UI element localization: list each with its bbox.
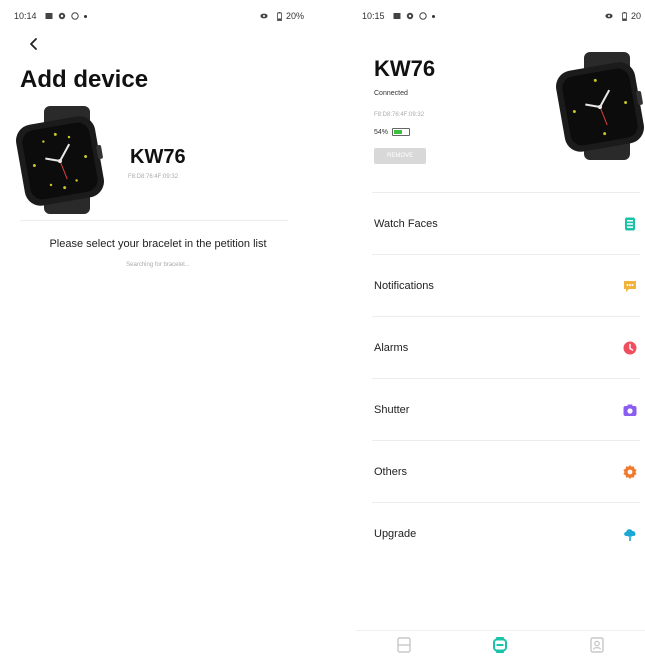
battery-percent: 20 [630, 11, 641, 21]
menu-item-label: Notifications [374, 279, 434, 292]
menu-item-watch-faces[interactable]: Watch Faces [372, 192, 640, 254]
back-arrow-icon[interactable] [26, 36, 42, 52]
status-bar: 10:14 20% [14, 8, 304, 24]
more-notifications-dot [431, 14, 435, 18]
searching-status: Searching for bracelet... [126, 262, 190, 268]
gear-icon [623, 464, 637, 479]
device-tab-icon[interactable] [491, 636, 509, 654]
status-time: 10:15 [362, 11, 385, 21]
notifications-icon [624, 280, 636, 292]
battery-status-icon [622, 11, 627, 21]
home-tab-icon[interactable] [395, 636, 413, 654]
page-title: Add device [20, 66, 149, 93]
alarm-icon [623, 341, 637, 354]
whatsapp-status-icon [70, 12, 79, 20]
device-menu: Watch Faces Notifications Alarms Shutter [372, 192, 640, 564]
eye-comfort-icon [605, 13, 613, 19]
device-name[interactable]: KW76 [130, 146, 186, 169]
settings-status-icon [406, 12, 413, 20]
menu-item-label: Shutter [374, 403, 410, 416]
more-notifications-dot [83, 14, 87, 18]
menu-item-label: Watch Faces [374, 217, 438, 230]
status-bar: 10:15 20 [362, 8, 641, 24]
connection-status: Connected [374, 90, 408, 97]
whatsapp-status-icon [418, 12, 427, 20]
divider [20, 220, 288, 221]
profile-tab-icon[interactable] [588, 636, 606, 654]
battery-bar [392, 128, 411, 136]
menu-item-upgrade[interactable]: Upgrade [372, 502, 640, 564]
battery-percent: 20% [285, 11, 304, 21]
device-screen: 10:15 20 KW76 Connected F8:D8:76:4F:09:3… [356, 0, 645, 659]
menu-item-notifications[interactable]: Notifications [372, 254, 640, 316]
status-time: 10:14 [14, 11, 37, 21]
battery-fill [394, 130, 402, 134]
menu-item-others[interactable]: Others [372, 440, 640, 502]
bottom-tab-bar [356, 630, 645, 659]
menu-item-label: Others [374, 465, 408, 478]
device-mac-address: F8:D8:76:4F:09:32 [128, 174, 179, 180]
watch-image [556, 52, 644, 160]
menu-item-shutter[interactable]: Shutter [372, 378, 640, 440]
remove-button[interactable]: REMOVE [374, 148, 426, 164]
device-name: KW76 [374, 56, 436, 81]
menu-item-label: Upgrade [374, 527, 417, 540]
menu-item-alarms[interactable]: Alarms [372, 316, 640, 378]
upgrade-icon [624, 528, 636, 541]
eye-comfort-icon [260, 13, 268, 19]
menu-item-label: Alarms [374, 341, 409, 354]
device-battery-percent: 54% [374, 128, 389, 136]
device-battery: 54% [374, 128, 411, 136]
battery-status-icon [277, 11, 282, 21]
message-icon [45, 13, 53, 19]
camera-icon [623, 404, 637, 416]
instruction-text: Please select your bracelet in the petit… [49, 238, 267, 250]
watch-faces-icon [625, 217, 635, 230]
add-device-screen: 10:14 20% Add device KW76 F8:D8:76:4F:09… [8, 0, 308, 659]
watch-image[interactable] [12, 104, 108, 216]
settings-status-icon [58, 12, 65, 20]
message-icon [393, 13, 401, 19]
device-mac-address: F8:D8:76:4F:09:32 [374, 112, 425, 118]
